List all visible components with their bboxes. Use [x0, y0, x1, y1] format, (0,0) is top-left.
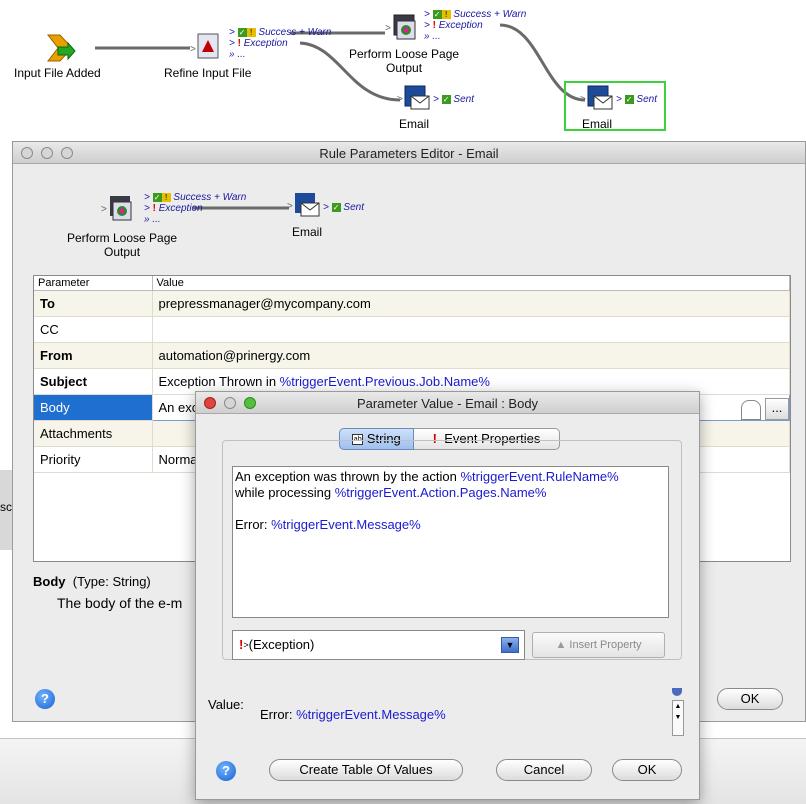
refine-input-file-icon[interactable]: > — [190, 32, 220, 62]
table-header-row: Parameter Value — [34, 276, 790, 291]
email-node-icon[interactable]: > — [287, 191, 320, 221]
param-name: CC — [34, 316, 153, 343]
value-scrollbar[interactable]: ▲ ▼ — [672, 700, 684, 736]
loose-page-output-icon[interactable]: > — [385, 13, 416, 43]
editor-title: Rule Parameters Editor - Email — [319, 146, 499, 161]
email-node-icon[interactable]: > — [580, 84, 613, 114]
param-name: From — [34, 342, 153, 369]
param-name: Priority — [34, 446, 153, 473]
attachment-toggle[interactable] — [741, 400, 761, 420]
mini-loose-label: Perform Loose Page Output — [67, 231, 178, 259]
editor-titlebar: Rule Parameters Editor - Email — [13, 142, 805, 164]
arrow-up-icon: ▲ — [555, 639, 567, 651]
param-name: Subject — [34, 368, 153, 395]
mini-email-label: Email — [292, 225, 323, 239]
email1-outputs: > ✓ Sent — [433, 94, 474, 105]
body-text-area[interactable]: An exception was thrown by the action %t… — [232, 466, 669, 618]
exception-icon: ! — [237, 38, 241, 49]
svg-text:>: > — [190, 44, 196, 55]
email-node-icon[interactable]: > — [397, 84, 430, 114]
svg-text:>: > — [385, 23, 391, 34]
node-input-file-added-label: Input File Added — [14, 66, 101, 80]
help-button[interactable]: ? — [216, 761, 236, 781]
node-email2-label: Email — [582, 117, 613, 131]
loose-outputs: > ✓! Success + Warn > ! Exception » ... — [424, 9, 527, 42]
refine-outputs: > ✓! Success + Warn > ! Exception » ... — [229, 27, 332, 60]
insert-property-button[interactable]: ▲ Insert Property — [532, 632, 665, 658]
create-table-of-values-button[interactable]: Create Table Of Values — [269, 759, 463, 781]
chevron-down-icon[interactable]: ▼ — [501, 637, 519, 653]
parameter-description-text: The body of the e-m — [57, 595, 183, 611]
mini-email-outputs: > ✓ Sent — [323, 202, 364, 213]
column-header-parameter[interactable]: Parameter — [34, 276, 153, 291]
svg-text:>: > — [101, 204, 107, 215]
background-text: sc — [0, 500, 12, 514]
column-header-value[interactable]: Value — [152, 276, 790, 291]
mini-loose-outputs: > ✓! Success + Warn > ! Exception » ... — [144, 192, 247, 225]
cancel-button[interactable]: Cancel — [496, 759, 592, 781]
email2-outputs: > ✓ Sent — [616, 94, 657, 105]
scroll-thumb[interactable] — [672, 688, 682, 696]
param-value[interactable]: prepressmanager@mycompany.com — [152, 290, 790, 317]
dialog-title: Parameter Value - Email : Body — [356, 396, 539, 411]
svg-text:>: > — [580, 94, 586, 105]
node-loose-page-output-label: Perform Loose Page Output — [349, 47, 460, 75]
browse-button[interactable]: ... — [765, 398, 789, 420]
ok-button[interactable]: OK — [612, 759, 682, 781]
table-row[interactable]: To prepressmanager@mycompany.com — [34, 290, 790, 317]
warning-icon: ! — [246, 27, 256, 37]
dialog-titlebar: Parameter Value - Email : Body — [196, 392, 699, 414]
help-button[interactable]: ? — [35, 689, 55, 709]
event-property-dropdown[interactable]: !>(Exception) ▼ — [232, 630, 525, 660]
editor-ok-button[interactable]: OK — [717, 688, 783, 710]
input-file-added-icon[interactable] — [46, 33, 76, 63]
check-icon: ✓ — [237, 27, 247, 37]
svg-text:>: > — [287, 201, 293, 212]
table-row[interactable]: CC — [34, 316, 790, 343]
loose-page-output-icon[interactable]: > — [101, 194, 132, 224]
table-row[interactable]: From automation@prinergy.com — [34, 342, 790, 369]
param-value[interactable]: automation@prinergy.com — [152, 342, 790, 369]
param-value[interactable] — [152, 316, 790, 343]
value-preview: Error: %triggerEvent.Message% — [260, 707, 446, 722]
param-name: Attachments — [34, 420, 153, 447]
parameter-description-heading: Body (Type: String) — [33, 574, 151, 589]
value-label: Value: — [208, 697, 244, 712]
svg-text:>: > — [397, 94, 403, 105]
param-name: Body — [34, 394, 153, 421]
node-refine-input-file-label: Refine Input File — [164, 66, 252, 80]
param-name: To — [34, 290, 153, 317]
parameter-value-dialog: Parameter Value - Email : Body ab String… — [195, 391, 700, 800]
node-email1-label: Email — [399, 117, 430, 131]
